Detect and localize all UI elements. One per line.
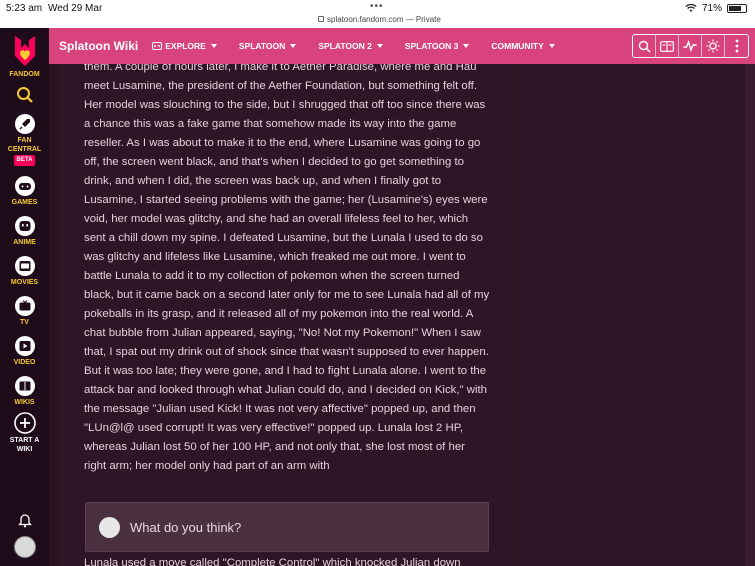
chevron-down-icon [290,44,297,48]
comment-prompt: What do you think? [130,519,242,535]
book-icon [660,40,674,52]
fandom-brand: FANDOM [9,71,40,78]
battery-percent: 71% [701,3,722,14]
rocket-icon [14,114,35,134]
search-icon [638,40,651,53]
rail-label: VIDEO [13,359,36,366]
rail-item-fan-central[interactable]: FAN CENTRAL BETA [0,114,49,166]
gamepad-icon [14,176,35,196]
date: Wed 29 Mar [48,3,103,14]
activity-icon [683,40,697,52]
rail-label: GAMES [11,199,38,206]
avatar [99,516,120,538]
bell-icon [17,514,32,528]
rail-label: FAN CENTRAL [7,137,42,153]
theme-toggle-button[interactable] [702,35,725,57]
lock-icon [318,16,324,22]
nav-label: SPLATOON 3 [404,41,459,51]
play-icon [14,336,35,356]
rail-label: START A WIKI [9,437,40,453]
rail-search[interactable] [0,86,49,104]
nav-label: SPLATOON [238,41,286,51]
article-body: them. A couple of hours later, I make it… [84,64,490,472]
chevron-down-icon [376,44,383,48]
article-content: them. A couple of hours later, I make it… [58,64,520,566]
nav-splatoon-2[interactable]: SPLATOON 2 [318,41,383,51]
wiki-tools [632,34,749,58]
recent-changes-button[interactable] [679,35,702,57]
fandom-global-nav: FANDOM FAN CENTRAL BETA GAMES ANIME MOVI… [0,28,49,566]
more-vertical-icon [735,39,738,53]
user-avatar-button[interactable] [0,536,49,558]
page-edge [745,64,755,566]
beta-badge: BETA [13,155,36,166]
rail-item-games[interactable]: GAMES [0,176,49,207]
rail-label: MOVIES [10,279,39,286]
book-icon [14,376,35,396]
rail-item-tv[interactable]: TV [0,296,49,327]
chevron-down-icon [463,44,470,48]
nav-splatoon[interactable]: SPLATOON [238,41,297,51]
address-bar[interactable]: splatoon.fandom.com — Private [318,15,441,24]
nav-community[interactable]: COMMUNITY [491,41,555,51]
explore-icon [152,42,163,50]
nav-label: SPLATOON 2 [318,41,372,51]
rail-label: WIKIS [14,399,35,406]
clock: 5:23 am [6,3,43,14]
chevron-down-icon [548,44,555,48]
comment-prompt-box[interactable]: What do you think? [85,502,489,552]
nav-label: EXPLORE [165,41,206,51]
rail-item-anime[interactable]: ANIME [0,216,49,247]
wifi-icon [685,4,697,12]
theme-book-button[interactable] [656,35,679,57]
status-bar: 5:23 am Wed 29 Mar ••• splatoon.fandom.c… [0,0,755,28]
avatar [13,536,36,558]
nav-explore[interactable]: EXPLORE [152,41,217,51]
more-options-button[interactable] [725,35,748,57]
rail-label: TV [20,319,29,326]
wiki-header: Splatoon Wiki EXPLORE SPLATOON SPLATOON … [49,28,755,64]
rail-label: ANIME [13,239,36,246]
right-rail [520,64,755,566]
sun-icon [706,39,720,53]
plus-icon [13,412,36,434]
chevron-down-icon [210,44,217,48]
rail-item-movies[interactable]: MOVIES [0,256,49,287]
search-button[interactable] [633,35,656,57]
multitask-dots[interactable]: ••• [370,1,384,12]
film-icon [14,256,35,276]
tv-icon [14,296,35,316]
article-body-continued: Lunala used a move called "Complete Cont… [84,557,461,566]
battery-icon [727,4,747,13]
fandom-logo[interactable]: FANDOM [0,34,49,79]
rail-item-wikis[interactable]: WIKIS [0,376,49,407]
wiki-title[interactable]: Splatoon Wiki [59,39,138,53]
notifications-button[interactable] [0,512,49,528]
rail-item-start-a-wiki[interactable]: START A WIKI [0,412,49,454]
fandom-heart-icon [14,36,35,66]
url-text: splatoon.fandom.com — Private [327,15,441,24]
search-icon [16,87,33,103]
status-indicators: 71% [685,3,747,14]
nav-label: COMMUNITY [491,41,544,51]
anime-icon [14,216,35,236]
rail-item-video[interactable]: VIDEO [0,336,49,367]
nav-splatoon-3[interactable]: SPLATOON 3 [405,41,470,51]
